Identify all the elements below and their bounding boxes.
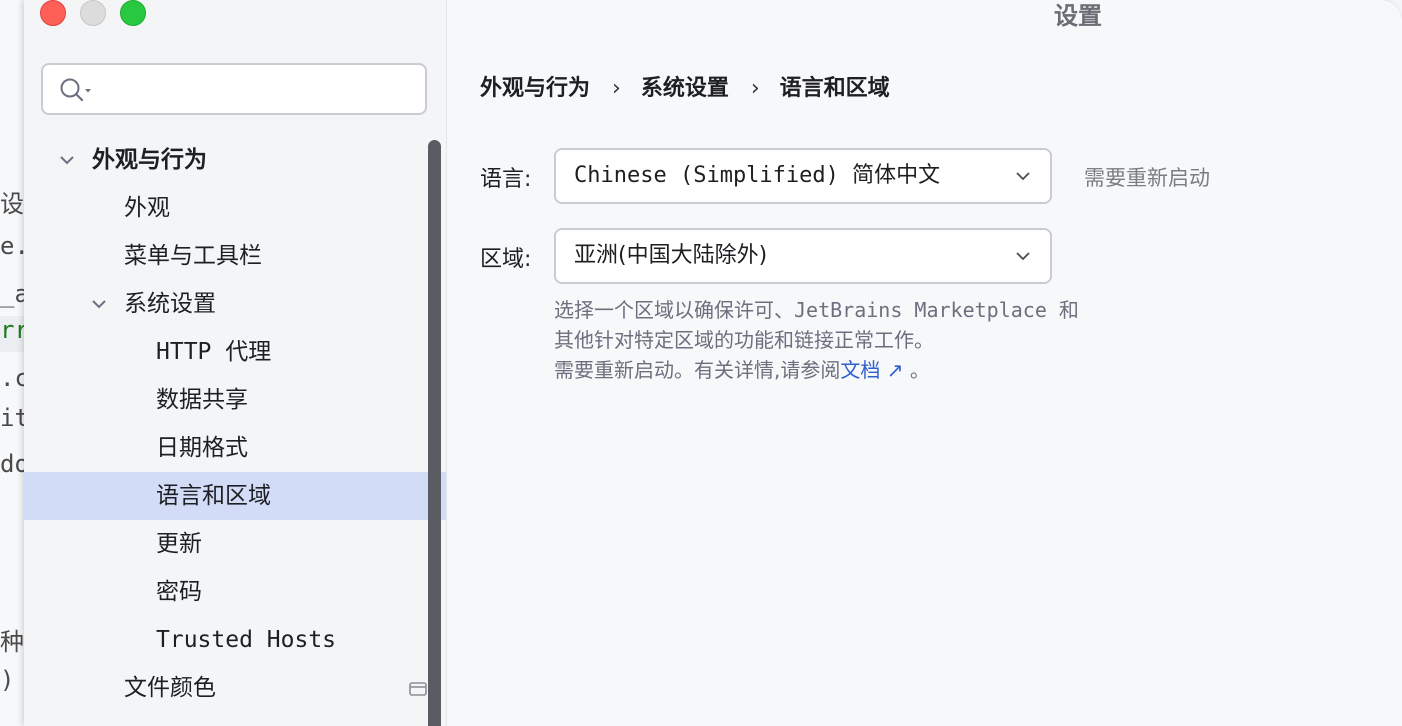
tree-item-language-region[interactable]: 语言和区域 xyxy=(24,472,446,520)
sidebar-scrollbar[interactable] xyxy=(428,140,441,726)
tree-item-trusted-hosts[interactable]: Trusted Hosts xyxy=(24,616,446,664)
editor-line: do xyxy=(0,450,26,478)
tree-item-label: 密码 xyxy=(156,579,202,605)
editor-line: rr xyxy=(0,316,26,352)
background-editor: 设置 e. _a rr .c it do 种 ) xyxy=(0,0,26,726)
settings-sidebar: 外观与行为 外观 菜单与工具栏 系统设置 HTTP 代理 数据共享 日期格式 语… xyxy=(24,0,447,726)
editor-line: _a xyxy=(0,280,26,308)
tree-item-http-proxy[interactable]: HTTP 代理 xyxy=(24,328,446,376)
chevron-down-icon xyxy=(1016,172,1030,181)
help-line: 其他针对特定区域的功能和链接正常工作。 xyxy=(554,328,934,352)
language-label: 语言: xyxy=(480,167,532,192)
editor-line: e. xyxy=(0,232,26,260)
tree-item-label: 外观与行为 xyxy=(92,147,207,173)
region-select[interactable]: 亚洲(中国大陆除外) xyxy=(554,228,1052,284)
tree-item-menus-toolbars[interactable]: 菜单与工具栏 xyxy=(24,232,446,280)
settings-dialog: 外观与行为 外观 菜单与工具栏 系统设置 HTTP 代理 数据共享 日期格式 语… xyxy=(24,0,1402,726)
editor-line: it xyxy=(0,404,26,432)
tree-item-label: 日期格式 xyxy=(156,435,248,461)
breadcrumb-item[interactable]: 系统设置 xyxy=(641,70,729,102)
tree-item-label: 外观 xyxy=(124,195,170,221)
tree-item-label: 数据共享 xyxy=(156,387,248,413)
breadcrumb-item: 语言和区域 xyxy=(779,76,890,101)
help-text: 。 xyxy=(903,358,930,382)
chevron-down-icon xyxy=(1016,252,1030,261)
close-window-button[interactable] xyxy=(40,0,66,26)
tree-item-file-colors[interactable]: 文件颜色 xyxy=(24,664,446,712)
help-line: 选择一个区域以确保许可、JetBrains Marketplace 和 xyxy=(554,298,1079,322)
tree-item-appearance[interactable]: 外观 xyxy=(24,184,446,232)
tree-item-system-settings[interactable]: 系统设置 xyxy=(24,280,446,328)
language-select-value: Chinese (Simplified) 简体中文 xyxy=(574,163,941,188)
tree-item-label: 更新 xyxy=(156,531,202,557)
tree-item-appearance-behavior[interactable]: 外观与行为 xyxy=(24,136,446,184)
region-label: 区域: xyxy=(480,247,532,272)
settings-search[interactable] xyxy=(41,63,427,115)
language-select[interactable]: Chinese (Simplified) 简体中文 xyxy=(554,148,1052,204)
breadcrumb-separator: › xyxy=(750,76,760,101)
help-text: 需要重新启动。有关详情,请参阅 xyxy=(554,358,841,382)
minimize-window-button[interactable] xyxy=(80,0,106,26)
region-help-text: 选择一个区域以确保许可、JetBrains Marketplace 和 其他针对… xyxy=(554,295,1174,385)
restart-required-note: 需要重新启动 xyxy=(1084,166,1210,190)
maximize-window-button[interactable] xyxy=(120,0,146,26)
project-level-icon xyxy=(409,682,427,696)
editor-line: 设置 xyxy=(0,190,26,218)
tree-item-passwords[interactable]: 密码 xyxy=(24,568,446,616)
breadcrumb: 外观与行为 › 系统设置 › 语言和区域 xyxy=(480,70,890,102)
search-icon xyxy=(60,78,91,102)
chevron-down-icon[interactable] xyxy=(58,151,76,169)
editor-line: 种 xyxy=(0,628,24,656)
help-line: 需要重新启动。有关详情,请参阅文档 ↗ 。 xyxy=(554,355,1174,385)
search-input[interactable] xyxy=(103,73,417,109)
documentation-link[interactable]: 文档 ↗ xyxy=(840,358,903,382)
tree-item-data-sharing[interactable]: 数据共享 xyxy=(24,376,446,424)
editor-line: .c xyxy=(0,364,26,392)
tree-item-label: Trusted Hosts xyxy=(156,627,337,653)
tree-item-label: HTTP 代理 xyxy=(156,339,272,365)
tree-item-label: 文件颜色 xyxy=(124,675,216,701)
editor-line: ) xyxy=(0,666,15,694)
tree-item-label: 系统设置 xyxy=(124,291,216,317)
tree-item-updates[interactable]: 更新 xyxy=(24,520,446,568)
breadcrumb-separator: › xyxy=(612,76,621,101)
tree-item-date-formats[interactable]: 日期格式 xyxy=(24,424,446,472)
dialog-title: 设置 xyxy=(1054,2,1102,30)
tree-item-label: 语言和区域 xyxy=(156,483,271,509)
region-select-value: 亚洲(中国大陆除外) xyxy=(574,243,768,268)
tree-item-label: 菜单与工具栏 xyxy=(124,243,262,269)
breadcrumb-item[interactable]: 外观与行为 xyxy=(480,70,590,102)
chevron-down-icon[interactable] xyxy=(90,295,108,313)
